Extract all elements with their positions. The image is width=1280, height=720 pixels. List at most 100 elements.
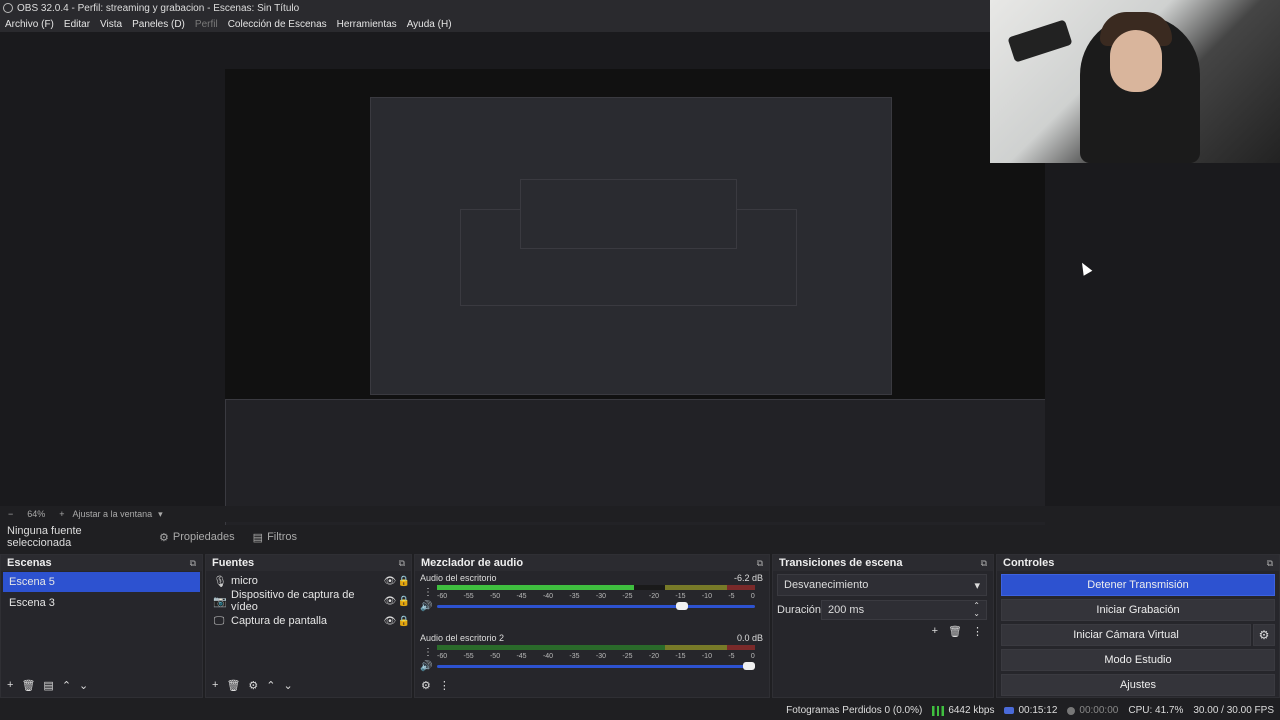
monitor-icon: 🖵 [213,614,225,627]
signal-bars-icon [932,705,945,716]
menu-scene-collection[interactable]: Colección de Escenas [223,19,332,30]
scale-tick: -20 [648,593,659,600]
kebab-menu-icon[interactable]: ⋮ [439,679,450,692]
filters-label: Filtros [267,531,298,543]
menu-profile[interactable]: Perfil [190,19,223,30]
menu-edit[interactable]: Editar [59,19,95,30]
filters-button[interactable]: ▤ Filtros [247,529,303,546]
gear-icon[interactable]: ⚙ [248,679,258,692]
scale-tick: -40 [542,653,554,660]
move-up-icon[interactable]: ⌃ [266,679,275,692]
zoom-bar: − 64% + Ajustar a la ventana ▾ [0,506,1280,522]
chevron-down-icon: ▾ [974,579,980,592]
scale-tick: -25 [622,593,633,600]
trash-icon[interactable]: 🗑 [21,679,35,692]
kebab-menu-icon[interactable]: ⋮ [423,647,433,658]
undock-icon[interactable]: ⧉ [1267,558,1273,569]
add-icon[interactable]: + [7,679,13,691]
menu-view[interactable]: Vista [95,19,127,30]
camera-icon: 📷 [213,595,227,608]
duration-value: 200 ms [828,604,865,616]
sources-title: Fuentes [212,557,255,569]
start-recording-button[interactable]: Iniciar Grabación [1001,599,1275,621]
meter-green-zone [437,645,665,650]
properties-label: Propiedades [172,531,235,543]
duration-row: Duración 200 ms ⌃ ⌄ [777,600,987,620]
kebab-menu-icon[interactable]: ⋮ [972,625,983,638]
eye-icon[interactable]: 👁 [383,616,397,627]
duration-label: Duración [777,604,822,616]
menu-docks[interactable]: Paneles (D) [127,19,190,30]
lock-icon[interactable]: 🔒 [397,616,411,627]
scene-item-escena-3[interactable]: Escena 3 [3,593,200,613]
source-item-video-capture[interactable]: 📷 Dispositivo de captura de vídeo 👁 🔒 [206,589,411,613]
stop-stream-button[interactable]: Detener Transmisión [1001,574,1275,596]
stream-timer: 00:15:12 [1004,705,1057,716]
scene-item-escena-5[interactable]: Escena 5 [3,572,200,592]
slider-knob[interactable] [675,602,688,610]
mixer-settings-icon[interactable]: ⚙ [421,679,431,692]
webcam-overlay [990,0,1280,163]
settings-button[interactable]: Ajustes [1001,674,1275,696]
scene-filter-icon[interactable]: ▤ [43,679,53,692]
zoom-in-icon[interactable]: + [59,509,64,519]
trash-icon[interactable]: 🗑 [948,625,962,638]
meter-red-zone [727,645,755,650]
filter-icon: ▤ [252,531,264,544]
lock-icon[interactable]: 🔒 [397,596,411,607]
transitions-dock: Transiciones de escena ⧉ Desvanecimiento … [772,554,994,698]
source-item-screen-capture[interactable]: 🖵 Captura de pantalla 👁 🔒 [206,611,411,631]
source-item-micro[interactable]: 🎙 micro 👁 🔒 [206,571,411,591]
add-icon[interactable]: + [932,625,938,638]
volume-slider[interactable] [437,602,755,610]
slider-knob[interactable] [743,662,755,670]
kebab-menu-icon[interactable]: ⋮ [423,587,433,598]
eye-icon[interactable]: 👁 [383,576,397,587]
add-icon[interactable]: + [212,679,218,691]
gear-icon[interactable]: ⚙ [1253,624,1275,646]
chevron-down-icon[interactable]: ▾ [158,509,163,520]
speaker-icon[interactable]: 🔊 [420,661,432,672]
scale-tick: -5 [728,653,735,660]
zoom-fit-select[interactable]: Ajustar a la ventana [73,509,153,519]
properties-button[interactable]: ⚙ Propiedades [153,529,241,546]
menu-file[interactable]: Archivo (F) [0,19,59,30]
record-timer: 00:00:00 [1067,705,1118,716]
scale-tick: -40 [542,593,554,600]
scale-tick: -30 [595,593,607,600]
menu-tools[interactable]: Herramientas [332,19,402,30]
mixer-channel-desktop-audio: Audio del escritorio -6.2 dB ⋮ -60 -55 -50… [415,571,769,623]
undock-icon[interactable]: ⧉ [757,558,763,569]
speaker-icon[interactable]: 🔊 [420,601,432,612]
channel-db: 0.0 dB [736,633,763,643]
scale-tick: -30 [595,653,607,660]
scale-tick: -60 [437,593,448,600]
move-down-icon[interactable]: ⌄ [79,679,88,692]
studio-mode-button[interactable]: Modo Estudio [1001,649,1275,671]
scale-tick: -60 [437,653,448,660]
start-virtual-camera-button[interactable]: Iniciar Cámara Virtual [1001,624,1251,646]
undock-icon[interactable]: ⧉ [190,558,196,569]
undock-icon[interactable]: ⧉ [399,558,405,569]
move-down-icon[interactable]: ⌄ [284,679,293,692]
transition-select[interactable]: Desvanecimiento ▾ [777,574,987,596]
preview-canvas[interactable] [225,69,1045,536]
scale-tick: -15 [675,653,686,660]
spinner-icon[interactable]: ⌃ ⌄ [973,602,980,618]
menu-help[interactable]: Ayuda (H) [402,19,457,30]
duration-input[interactable]: 200 ms ⌃ ⌄ [821,600,987,620]
scale-tick: -35 [569,593,580,600]
undock-icon[interactable]: ⧉ [981,558,987,569]
volume-slider[interactable] [437,662,755,670]
zoom-out-icon[interactable]: − [8,509,13,519]
trash-icon[interactable]: 🗑 [226,679,240,692]
lock-icon[interactable]: 🔒 [397,576,411,587]
meter-level [437,585,635,590]
eye-icon[interactable]: 👁 [383,596,397,607]
volume-meter [437,585,755,590]
scale-tick: -45 [516,653,527,660]
nested-preview-3 [520,179,737,249]
mixer-title: Mezclador de audio [421,557,524,569]
move-up-icon[interactable]: ⌃ [62,679,71,692]
transitions-title: Transiciones de escena [779,557,903,569]
